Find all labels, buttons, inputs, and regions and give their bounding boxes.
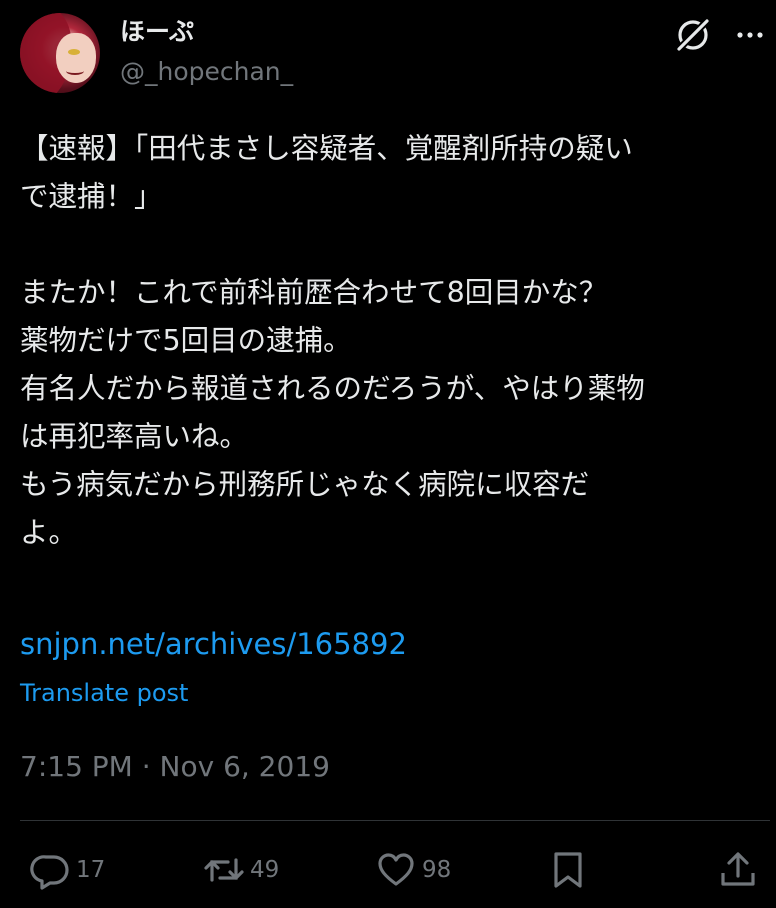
retweet-icon — [204, 858, 244, 882]
translate-post-button[interactable]: Translate post — [20, 676, 188, 710]
timestamp[interactable]: 7:15 PM · Nov 6, 2019 — [20, 748, 330, 786]
avatar-face — [56, 33, 96, 83]
reply-button[interactable]: 17 — [30, 848, 105, 892]
more-icon[interactable] — [733, 20, 767, 50]
bookmark-icon — [554, 852, 582, 888]
like-icon — [378, 853, 414, 886]
tweet-text: 【速報】「田代まさし容疑者、覚醒剤所持の疑い で逮捕！」 またか！これで前科前歴… — [20, 132, 645, 549]
reply-count: 17 — [76, 857, 106, 883]
like-count: 98 — [422, 857, 452, 883]
bookmark-button[interactable] — [548, 848, 588, 892]
reply-icon — [30, 855, 69, 890]
share-icon — [721, 852, 755, 886]
user-handle[interactable]: @_hopechan_ — [120, 56, 293, 88]
divider — [20, 820, 770, 821]
share-button[interactable] — [718, 848, 758, 892]
retweet-count: 49 — [250, 857, 280, 883]
tweet-link[interactable]: snjpn.net/archives/165892 — [20, 624, 407, 664]
grok-icon[interactable] — [674, 16, 712, 54]
like-button[interactable]: 98 — [376, 848, 451, 892]
avatar-eye — [68, 49, 80, 55]
display-name[interactable]: ほーぷ — [120, 16, 194, 48]
retweet-button[interactable]: 49 — [204, 848, 279, 892]
avatar-smile — [66, 67, 84, 75]
avatar[interactable] — [20, 13, 100, 93]
